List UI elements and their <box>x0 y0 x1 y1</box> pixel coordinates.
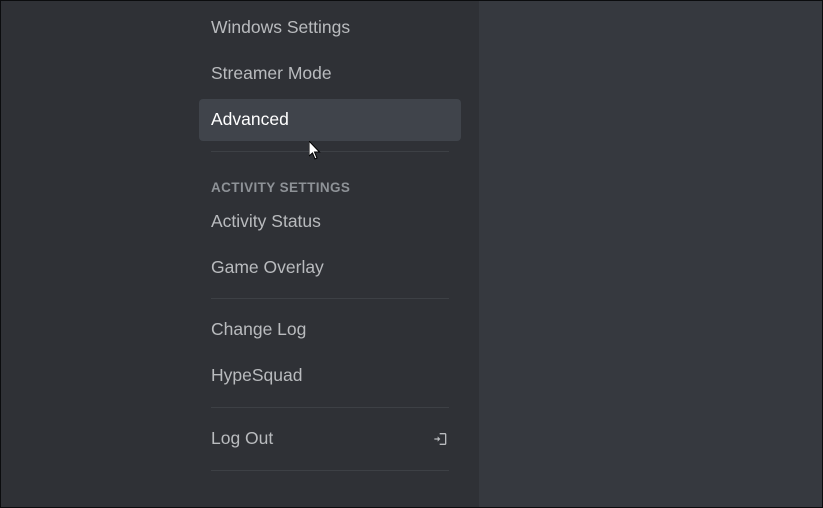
sidebar-item-label: Streamer Mode <box>211 63 332 85</box>
sidebar-divider <box>211 470 449 471</box>
settings-content <box>479 1 822 507</box>
sidebar-item-activity-status[interactable]: Activity Status <box>199 201 461 243</box>
sidebar-divider <box>211 298 449 299</box>
sidebar-item-streamer-mode[interactable]: Streamer Mode <box>199 53 461 95</box>
sidebar-divider <box>211 151 449 152</box>
sidebar-item-change-log[interactable]: Change Log <box>199 309 461 351</box>
sidebar-item-label: Windows Settings <box>211 17 350 39</box>
sidebar-divider <box>211 407 449 408</box>
sidebar-item-windows-settings[interactable]: Windows Settings <box>199 7 461 49</box>
settings-layout: Windows Settings Streamer Mode Advanced … <box>1 1 822 507</box>
sidebar-section-header-activity: ACTIVITY SETTINGS <box>199 162 461 201</box>
sidebar-item-label: Log Out <box>211 428 273 450</box>
sidebar-inner: Windows Settings Streamer Mode Advanced … <box>199 1 461 507</box>
logout-icon <box>433 431 449 447</box>
sidebar-item-label: Game Overlay <box>211 257 324 279</box>
sidebar-item-label: HypeSquad <box>211 365 302 387</box>
sidebar-item-label: Activity Status <box>211 211 321 233</box>
sidebar-item-label: Advanced <box>211 109 289 131</box>
sidebar-item-advanced[interactable]: Advanced <box>199 99 461 141</box>
sidebar-item-logout[interactable]: Log Out <box>199 418 461 460</box>
settings-sidebar: Windows Settings Streamer Mode Advanced … <box>1 1 479 507</box>
sidebar-item-hypesquad[interactable]: HypeSquad <box>199 355 461 397</box>
sidebar-item-label: Change Log <box>211 319 306 341</box>
sidebar-item-game-overlay[interactable]: Game Overlay <box>199 247 461 289</box>
